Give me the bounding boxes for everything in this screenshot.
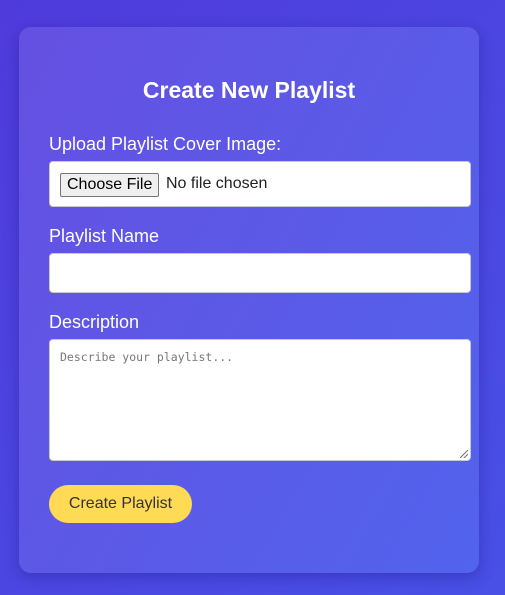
create-playlist-card: Create New Playlist Upload Playlist Cove… <box>19 27 479 573</box>
playlist-name-input[interactable] <box>49 253 471 293</box>
description-placeholder: Describe your playlist... <box>60 350 234 364</box>
file-status: No file chosen <box>166 175 268 192</box>
page-title: Create New Playlist <box>142 77 356 103</box>
resize-grip-icon[interactable] <box>460 450 468 458</box>
create-playlist-button[interactable]: Create Playlist <box>49 485 192 523</box>
description-textarea[interactable]: Describe your playlist... <box>49 339 471 461</box>
description-label: Description <box>49 312 140 332</box>
cover-image-label: Upload Playlist Cover Image: <box>49 134 282 154</box>
playlist-name-label: Playlist Name <box>49 226 160 246</box>
cover-image-input[interactable]: Choose File No file chosen <box>49 161 471 207</box>
choose-file-button[interactable]: Choose File <box>60 173 160 197</box>
